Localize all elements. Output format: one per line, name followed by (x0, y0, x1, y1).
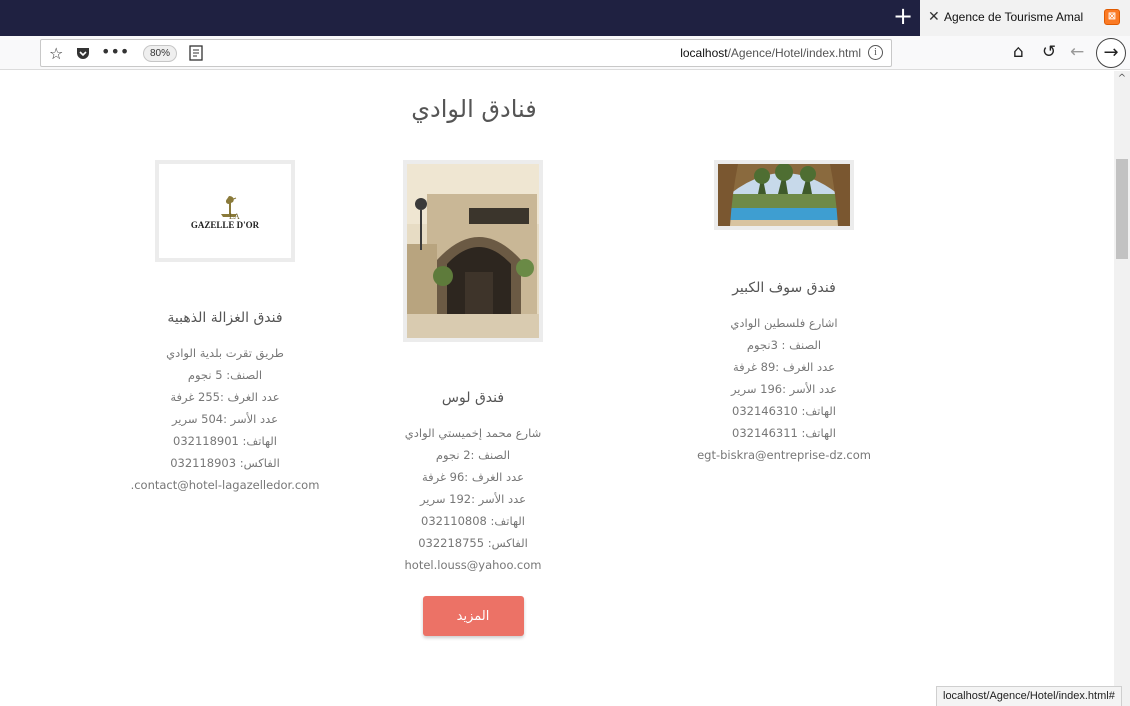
hotel-fax: 032218755 :الفاكس (418, 536, 528, 550)
hotel-photo-louss (403, 160, 543, 342)
vertical-scrollbar[interactable]: ^ (1114, 71, 1130, 706)
page-content: فنادق الوادي LA GAZELLE D'OR فندق الغزال… (0, 71, 1114, 706)
close-tab-icon[interactable]: ✕ (928, 9, 940, 25)
hotel-class: الصنف :2 نجوم (435, 448, 511, 462)
bookmark-star-icon[interactable]: ☆ (49, 45, 63, 63)
hotel-phone: 032146310 :الهاتف (732, 404, 836, 418)
browser-tab[interactable]: ✕ Agence de Tourisme Amal ⊠ (920, 0, 1130, 36)
browser-navbar: ☆ ••• 80% localhost/Agence/Hotel/index.h… (0, 36, 1130, 70)
hotel-name: فندق سوف الكبير (732, 280, 836, 296)
hotel-info: شارع محمد إخميستي الوادي الصنف :2 نجوم ع… (323, 422, 623, 576)
back-button[interactable]: → (1096, 38, 1126, 68)
favicon-icon: ⊠ (1104, 9, 1120, 25)
hotel-logo-gazelle: LA GAZELLE D'OR (155, 160, 295, 262)
logo-name-text: GAZELLE D'OR (190, 220, 260, 230)
hotel-info: اشارع فلسطين الوادي الصنف : 3نجوم عدد ال… (634, 312, 934, 466)
hotel-pool-image (718, 164, 850, 226)
hotel-rooms: عدد الغرف :89 غرفة (732, 360, 836, 374)
hotel-card-louss: فندق لوس شارع محمد إخميستي الوادي الصنف … (323, 160, 623, 636)
more-button[interactable]: المزيد (422, 596, 524, 636)
hotel-beds: عدد الأسر :192 سرير (419, 492, 527, 506)
hotel-beds: عدد الأسر :196 سرير (730, 382, 838, 396)
address-bar[interactable]: ☆ ••• 80% localhost/Agence/Hotel/index.h… (40, 39, 892, 67)
tab-title: Agence de Tourisme Amal (944, 10, 1084, 24)
hotel-photo-souf (714, 160, 854, 230)
reload-icon[interactable]: ↺ (1042, 43, 1056, 61)
reader-view-icon[interactable] (189, 45, 203, 65)
hotel-entrance-image (407, 164, 539, 338)
hotel-address: شارع محمد إخميستي الوادي (404, 426, 542, 440)
hotel-phone-2: 032146311 :الهاتف (732, 426, 836, 440)
hotel-rooms: عدد الغرف :96 غرفة (421, 470, 525, 484)
hotel-name: فندق لوس (441, 390, 505, 406)
hotel-class: الصنف : 3نجوم (746, 338, 822, 352)
url-text[interactable]: localhost/Agence/Hotel/index.html (680, 46, 861, 60)
hotel-email: hotel.louss@yahoo.com (404, 558, 542, 572)
hotel-phone: 032110808 :الهاتف (421, 514, 525, 528)
new-tab-icon[interactable]: + (890, 4, 916, 30)
hotel-card-souf: فندق سوف الكبير اشارع فلسطين الوادي الصن… (634, 160, 934, 466)
hotel-email: egt-biskra@entreprise-dz.com (697, 448, 871, 462)
hotel-address: اشارع فلسطين الوادي (730, 316, 838, 330)
site-info-icon[interactable]: i (868, 45, 883, 60)
pocket-icon[interactable] (75, 45, 91, 65)
home-icon[interactable]: ⌂ (1013, 43, 1024, 61)
zoom-level[interactable]: 80% (143, 45, 177, 62)
forward-icon[interactable]: ← (1070, 43, 1084, 61)
section-title: فنادق الوادي (411, 95, 537, 123)
status-bar-url: localhost/Agence/Hotel/index.html# (936, 686, 1122, 706)
browser-titlebar: + ✕ Agence de Tourisme Amal ⊠ (0, 0, 1130, 36)
page-actions-icon[interactable]: ••• (101, 43, 129, 61)
scroll-up-icon[interactable]: ^ (1114, 73, 1130, 84)
scrollbar-thumb[interactable] (1116, 159, 1128, 259)
